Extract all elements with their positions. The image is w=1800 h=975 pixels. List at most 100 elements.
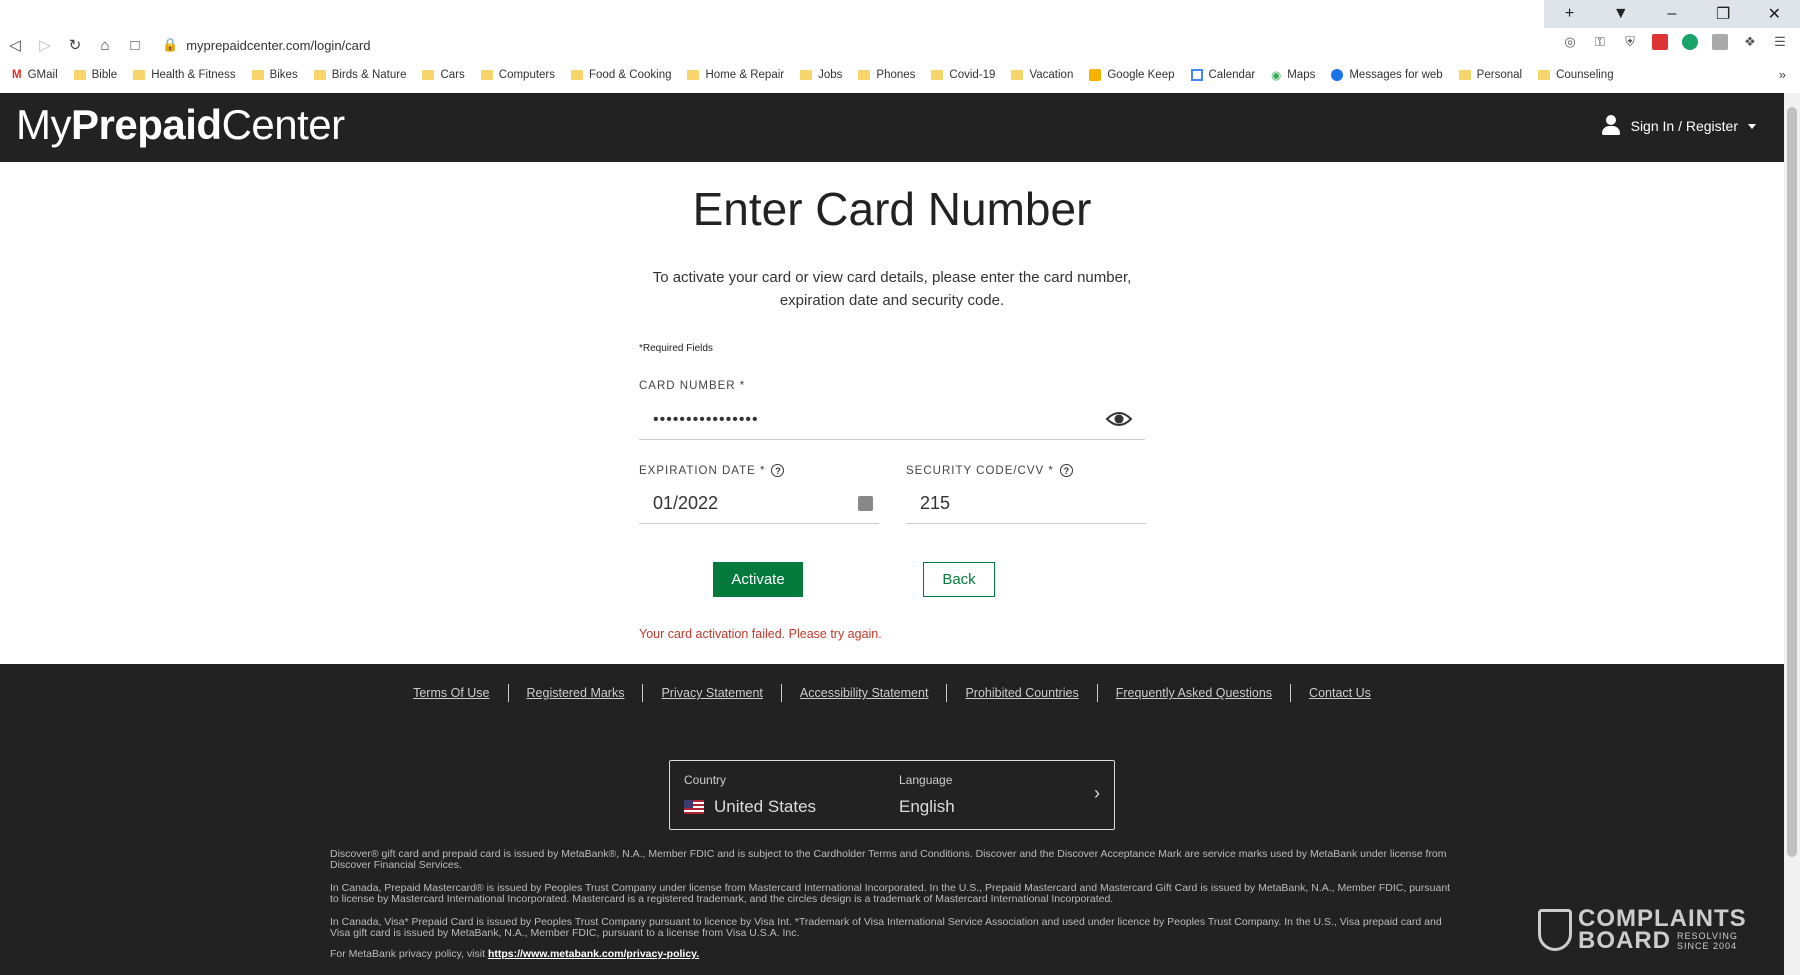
folder-icon xyxy=(1458,70,1471,80)
help-icon[interactable]: ? xyxy=(771,464,785,477)
url-text: myprepaidcenter.com/login/card xyxy=(186,37,371,53)
card-number-label: CARD NUMBER * xyxy=(639,380,746,392)
minimize-icon[interactable]: – xyxy=(1652,5,1692,23)
expiration-date-input[interactable]: 01/2022 xyxy=(639,484,879,524)
close-icon[interactable]: ✕ xyxy=(1754,4,1794,24)
bookmarks-overflow-icon[interactable]: » xyxy=(1779,67,1786,82)
forward-icon[interactable]: ▷ xyxy=(30,36,60,54)
language-value: English xyxy=(899,797,955,816)
activate-button[interactable]: Activate xyxy=(713,562,803,597)
bookmark-food[interactable]: Food & Cooking xyxy=(571,69,671,81)
caret-down-icon xyxy=(1748,123,1756,129)
bookmark-home[interactable]: Home & Repair xyxy=(687,69,784,81)
bookmark-vacation[interactable]: Vacation xyxy=(1011,69,1073,81)
folder-icon xyxy=(858,70,871,80)
translate-icon[interactable]: ◎ xyxy=(1562,34,1578,50)
reload-icon[interactable]: ↻ xyxy=(60,36,90,54)
page-title: Enter Card Number xyxy=(692,183,1092,235)
folder-icon xyxy=(73,70,86,80)
shield-icon xyxy=(1538,909,1572,951)
back-icon[interactable]: ◁ xyxy=(0,36,30,54)
folder-icon xyxy=(1011,70,1024,80)
browser-titlebar: + ▼ – ❐ ✕ xyxy=(0,0,1800,28)
maps-pin-icon: ◉ xyxy=(1271,70,1282,82)
bookmark-health[interactable]: Health & Fitness xyxy=(133,69,236,81)
folder-icon xyxy=(313,70,326,80)
footer-link-accessibility[interactable]: Accessibility Statement xyxy=(782,684,948,702)
help-icon[interactable]: ? xyxy=(1059,464,1073,477)
country-language-selector[interactable]: Country United States Language English › xyxy=(669,760,1115,830)
bookmark-covid[interactable]: Covid-19 xyxy=(931,69,995,81)
language-label: Language xyxy=(899,773,953,787)
bookmark-messages[interactable]: Messages for web xyxy=(1331,69,1443,81)
site-logo[interactable]: MyPrepaidCenter xyxy=(16,101,345,149)
privacy-policy-link[interactable]: https://www.metabank.com/privacy-policy. xyxy=(488,948,699,960)
bookmark-phones[interactable]: Phones xyxy=(858,69,915,81)
footer-links: Terms Of Use Registered Marks Privacy St… xyxy=(0,684,1784,702)
footer-link-registered-marks[interactable]: Registered Marks xyxy=(509,684,644,702)
calendar-picker-icon[interactable] xyxy=(858,496,873,511)
address-bar[interactable]: 🔒 myprepaidcenter.com/login/card xyxy=(162,37,370,53)
card-entry-form: Enter Card Number To activate your card … xyxy=(0,162,1784,664)
brave-shield-icon[interactable]: ⛨ xyxy=(1622,34,1638,50)
restore-icon[interactable]: ❐ xyxy=(1703,4,1743,24)
tab-search-icon[interactable]: ▼ xyxy=(1601,5,1641,23)
page-description: To activate your card or view card detai… xyxy=(652,269,1132,309)
bookmark-maps[interactable]: ◉ Maps xyxy=(1271,68,1315,82)
us-flag-icon xyxy=(684,800,704,814)
folder-icon xyxy=(687,70,700,80)
key-icon[interactable]: ⚿ xyxy=(1592,34,1608,50)
signin-register-menu[interactable]: Sign In / Register xyxy=(1601,115,1756,137)
site-header: MyPrepaidCenter Sign In / Register xyxy=(0,93,1784,162)
country-label: Country xyxy=(684,773,727,787)
folder-icon xyxy=(251,70,264,80)
bookmark-bible[interactable]: Bible xyxy=(73,69,117,81)
legal-visa: In Canada, Visa* Prepaid Card is issued … xyxy=(330,916,1442,939)
bookmark-icon[interactable]: □ xyxy=(120,37,150,54)
keep-icon xyxy=(1089,69,1102,81)
bookmark-gmail[interactable]: M GMail xyxy=(12,69,58,81)
footer-link-terms[interactable]: Terms Of Use xyxy=(395,684,509,702)
bookmark-counseling[interactable]: Counseling xyxy=(1538,69,1614,81)
page-scrollbar[interactable] xyxy=(1784,93,1800,975)
home-icon[interactable]: ⌂ xyxy=(90,37,120,54)
show-password-icon[interactable] xyxy=(1105,409,1133,429)
folder-icon xyxy=(800,70,813,80)
footer-link-prohibited-countries[interactable]: Prohibited Countries xyxy=(947,684,1098,702)
lock-icon: 🔒 xyxy=(162,37,179,52)
bookmarks-bar: M GMail Bible Health & Fitness Bikes Bird… xyxy=(0,63,1800,87)
required-fields-note: *Required Fields xyxy=(639,343,713,354)
puzzle-icon[interactable]: ❖ xyxy=(1742,34,1758,50)
menu-icon[interactable]: ☰ xyxy=(1772,34,1788,50)
back-button[interactable]: Back xyxy=(923,562,995,597)
footer-link-faq[interactable]: Frequently Asked Questions xyxy=(1098,684,1292,702)
extension-gray-icon[interactable] xyxy=(1712,34,1728,50)
signin-label: Sign In / Register xyxy=(1630,118,1738,134)
folder-icon xyxy=(422,70,435,80)
security-code-input[interactable]: 215 xyxy=(906,484,1146,524)
bookmark-google-keep[interactable]: Google Keep xyxy=(1089,69,1175,81)
bookmark-cars[interactable]: Cars xyxy=(422,69,465,81)
address-bar-row: ◁ ▷ ↻ ⌂ □ 🔒 myprepaidcenter.com/login/ca… xyxy=(0,30,1800,60)
folder-icon xyxy=(480,70,493,80)
footer-link-contact[interactable]: Contact Us xyxy=(1291,684,1389,702)
chevron-right-icon: › xyxy=(1094,783,1100,803)
site-footer: Terms Of Use Registered Marks Privacy St… xyxy=(0,664,1784,975)
bookmark-jobs[interactable]: Jobs xyxy=(800,69,842,81)
card-number-input[interactable]: •••••••••••••••• xyxy=(639,400,1145,440)
complaints-board-watermark: COMPLAINTS BOARD RESOLVING SINCE 2004 xyxy=(1538,907,1747,953)
extension-icons: ◎ ⚿ ⛨ ❖ ☰ xyxy=(1562,34,1788,50)
new-tab-icon[interactable]: + xyxy=(1550,5,1590,23)
bookmark-bikes[interactable]: Bikes xyxy=(251,69,298,81)
legal-privacy: For MetaBank privacy policy, visit https… xyxy=(330,948,700,960)
folder-icon xyxy=(133,70,146,80)
bookmark-computers[interactable]: Computers xyxy=(480,69,555,81)
bookmark-personal[interactable]: Personal xyxy=(1458,69,1522,81)
legal-mastercard: In Canada, Prepaid Mastercard® is issued… xyxy=(330,882,1451,905)
grammarly-icon[interactable] xyxy=(1682,34,1698,50)
scrollbar-thumb[interactable] xyxy=(1787,107,1797,857)
extension-red-icon[interactable] xyxy=(1652,34,1668,50)
footer-link-privacy[interactable]: Privacy Statement xyxy=(643,684,782,702)
bookmark-birds[interactable]: Birds & Nature xyxy=(313,69,406,81)
bookmark-calendar[interactable]: Calendar xyxy=(1190,69,1255,81)
